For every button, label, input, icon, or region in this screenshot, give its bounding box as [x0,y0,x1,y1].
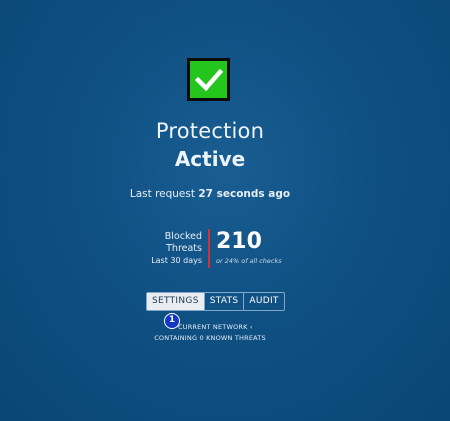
stats-divider [208,229,210,268]
status-check-box [187,58,230,101]
blocked-threats-label: Blocked Threats Last 30 days [151,231,202,267]
blocked-threats-stats: Blocked Threats Last 30 days 210 or 24% … [0,229,420,269]
blocked-label-line2: Threats [166,243,202,254]
last-request-label: Last request [129,188,195,200]
tab-settings[interactable]: SETTINGS [147,293,205,310]
current-network-text[interactable]: CURRENT NETWORK ‹ [178,323,253,331]
blocked-period: Last 30 days [151,256,202,265]
protection-state: Active [174,147,246,171]
blocked-percentage-note: or 24% of all checks [216,257,282,265]
last-request-text: Last request 27 seconds ago [0,188,420,200]
tab-stats[interactable]: STATS [205,293,245,310]
known-threats-text: CONTAINING 0 KNOWN THREATS [154,334,266,342]
view-tabs: SETTINGS STATS AUDIT [146,292,285,311]
protection-title: Protection [155,119,265,143]
tab-audit[interactable]: AUDIT [244,293,283,310]
checkmark-icon [194,68,223,91]
blocked-count: 210 [216,229,262,254]
blocked-label-line1: Blocked [164,231,202,242]
last-request-value: 27 seconds ago [198,188,291,200]
